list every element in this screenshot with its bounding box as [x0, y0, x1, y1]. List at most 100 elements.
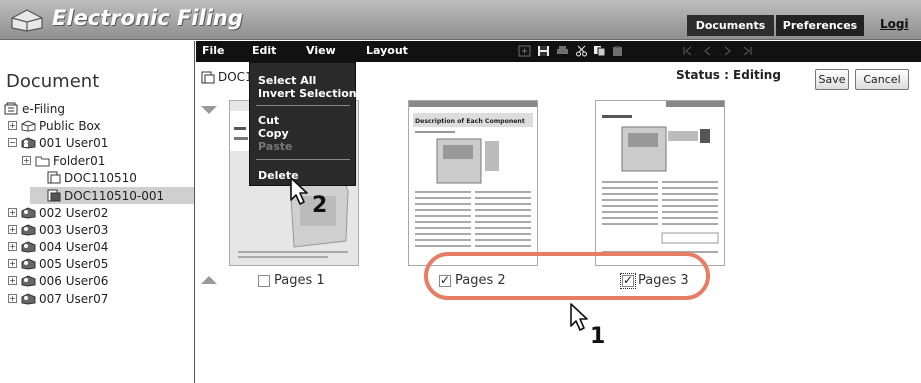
tree-item-label: Public Box: [39, 118, 101, 133]
menu-file[interactable]: File: [202, 44, 225, 57]
cancel-button[interactable]: Cancel: [855, 69, 909, 90]
menu-bar: File Edit View Layout: [196, 41, 921, 62]
menu-invert-selection[interactable]: Invert Selection: [258, 87, 357, 100]
menu-edit[interactable]: Edit: [252, 44, 276, 57]
tree-item-folder01[interactable]: + Folder01: [22, 152, 105, 169]
mouse-pointer-icon: [290, 177, 308, 205]
userbox-icon: [21, 207, 36, 219]
page-2-label: Pages 2: [455, 273, 506, 288]
document-tree-panel: Document e-Filing + Public Box − 001 Use…: [0, 41, 195, 383]
menu-separator: [256, 105, 350, 106]
tree-item-label: e-Filing: [22, 101, 65, 116]
page-3-label: Pages 3: [638, 273, 689, 288]
tree-item-label: 003 User03: [39, 222, 109, 237]
document-name-label: DOC1: [218, 70, 253, 84]
scroll-down-arrow-icon[interactable]: [201, 106, 217, 114]
page-select-2[interactable]: Pages 2: [439, 273, 506, 288]
tree-item-label: 004 User04: [39, 239, 109, 254]
documents-tab[interactable]: Documents: [687, 15, 774, 36]
menu-paste[interactable]: Paste: [258, 140, 292, 153]
userbox-icon: [21, 241, 36, 253]
paste-icon[interactable]: [611, 45, 624, 57]
expand-icon[interactable]: +: [8, 294, 17, 303]
page-2-checkbox[interactable]: [439, 273, 451, 287]
collapse-icon[interactable]: −: [8, 138, 17, 147]
tree-item-user01[interactable]: − 001 User01: [8, 134, 108, 151]
edit-dropdown-menu: Select All Invert Selection Cut Copy Pas…: [249, 62, 357, 186]
page-3-preview: [602, 101, 724, 253]
menu-copy[interactable]: Copy: [258, 127, 289, 140]
document-icon: [47, 171, 61, 184]
userbox-icon: [21, 137, 36, 149]
logout-link[interactable]: Logi: [880, 17, 909, 31]
userbox-icon: [21, 224, 36, 236]
status-text: Status : Editing: [676, 68, 781, 82]
tree-item-doc110510[interactable]: DOC110510: [46, 169, 137, 186]
userbox-icon: [21, 293, 36, 305]
tree-item-user06[interactable]: + 006 User06: [8, 272, 108, 289]
box-icon: [21, 120, 36, 132]
print-icon[interactable]: [556, 45, 569, 57]
expand-icon[interactable]: +: [8, 208, 17, 217]
page-thumbnail-3[interactable]: [595, 100, 725, 266]
tree-item-label: Folder01: [53, 153, 106, 168]
step-number-2: 2: [312, 193, 328, 218]
page-thumbnail-2[interactable]: Description of Each Component: [408, 100, 538, 266]
tree-item-label: 002 User02: [39, 205, 109, 220]
preferences-tab[interactable]: Preferences: [776, 15, 864, 36]
cut-icon[interactable]: [575, 45, 588, 57]
menu-view[interactable]: View: [306, 44, 336, 57]
efiling-logo-icon: [11, 9, 43, 32]
tree-item-user03[interactable]: + 003 User03: [8, 221, 108, 238]
page-1-checkbox[interactable]: [258, 274, 270, 287]
tree-item-doc110510-001[interactable]: DOC110510-001: [30, 187, 194, 204]
tree-item-label: 007 User07: [39, 291, 109, 306]
tree-item-user02[interactable]: + 002 User02: [8, 204, 108, 221]
tree-item-user07[interactable]: + 007 User07: [8, 290, 108, 307]
next-page-icon[interactable]: [721, 45, 734, 57]
app-title: Electronic Filing: [52, 6, 243, 30]
page-select-3[interactable]: Pages 3: [620, 272, 689, 289]
userbox-icon: [21, 258, 36, 270]
expand-icon[interactable]: +: [8, 121, 17, 130]
step-number-1: 1: [590, 324, 606, 349]
panel-heading: Document: [6, 71, 100, 92]
tree-item-label: 006 User06: [39, 273, 109, 288]
mouse-pointer-icon: [570, 303, 588, 331]
document-icon: [201, 71, 215, 83]
menu-layout[interactable]: Layout: [366, 44, 408, 57]
tree-item-efiling[interactable]: e-Filing: [4, 100, 65, 117]
userbox-icon: [21, 275, 36, 287]
tree-item-label: DOC110510: [64, 170, 137, 185]
document-icon: [47, 189, 61, 202]
page-3-checkbox[interactable]: [620, 272, 636, 289]
tree-item-label: DOC110510-001: [64, 188, 165, 203]
save-button[interactable]: Save: [815, 69, 849, 90]
tree-item-user05[interactable]: + 005 User05: [8, 255, 108, 272]
page-2-preview: Description of Each Component: [409, 101, 537, 247]
page-select-1[interactable]: Pages 1: [258, 273, 325, 288]
tree-item-label: 005 User05: [39, 256, 109, 271]
tree-item-label: 001 User01: [39, 135, 109, 150]
insert-page-icon[interactable]: [518, 45, 531, 57]
first-page-icon[interactable]: [681, 45, 694, 57]
page-2-heading: Description of Each Component: [415, 118, 525, 125]
menu-cut[interactable]: Cut: [258, 114, 279, 127]
folder-icon: [35, 156, 50, 167]
scroll-up-arrow-icon[interactable]: [201, 276, 217, 284]
tree-item-user04[interactable]: + 004 User04: [8, 238, 108, 255]
last-page-icon[interactable]: [741, 45, 754, 57]
expand-icon[interactable]: +: [8, 225, 17, 234]
expand-icon[interactable]: +: [22, 156, 31, 165]
save-icon[interactable]: [537, 45, 550, 57]
app-header: Electronic Filing Documents Preferences …: [0, 0, 921, 40]
page-1-label: Pages 1: [274, 273, 325, 288]
tree-item-public-box[interactable]: + Public Box: [8, 117, 101, 134]
menu-select-all[interactable]: Select All: [258, 74, 316, 87]
copy-icon[interactable]: [593, 45, 606, 57]
expand-icon[interactable]: +: [8, 242, 17, 251]
expand-icon[interactable]: +: [8, 259, 17, 268]
prev-page-icon[interactable]: [701, 45, 714, 57]
document-name: DOC1: [200, 70, 253, 84]
expand-icon[interactable]: +: [8, 276, 17, 285]
